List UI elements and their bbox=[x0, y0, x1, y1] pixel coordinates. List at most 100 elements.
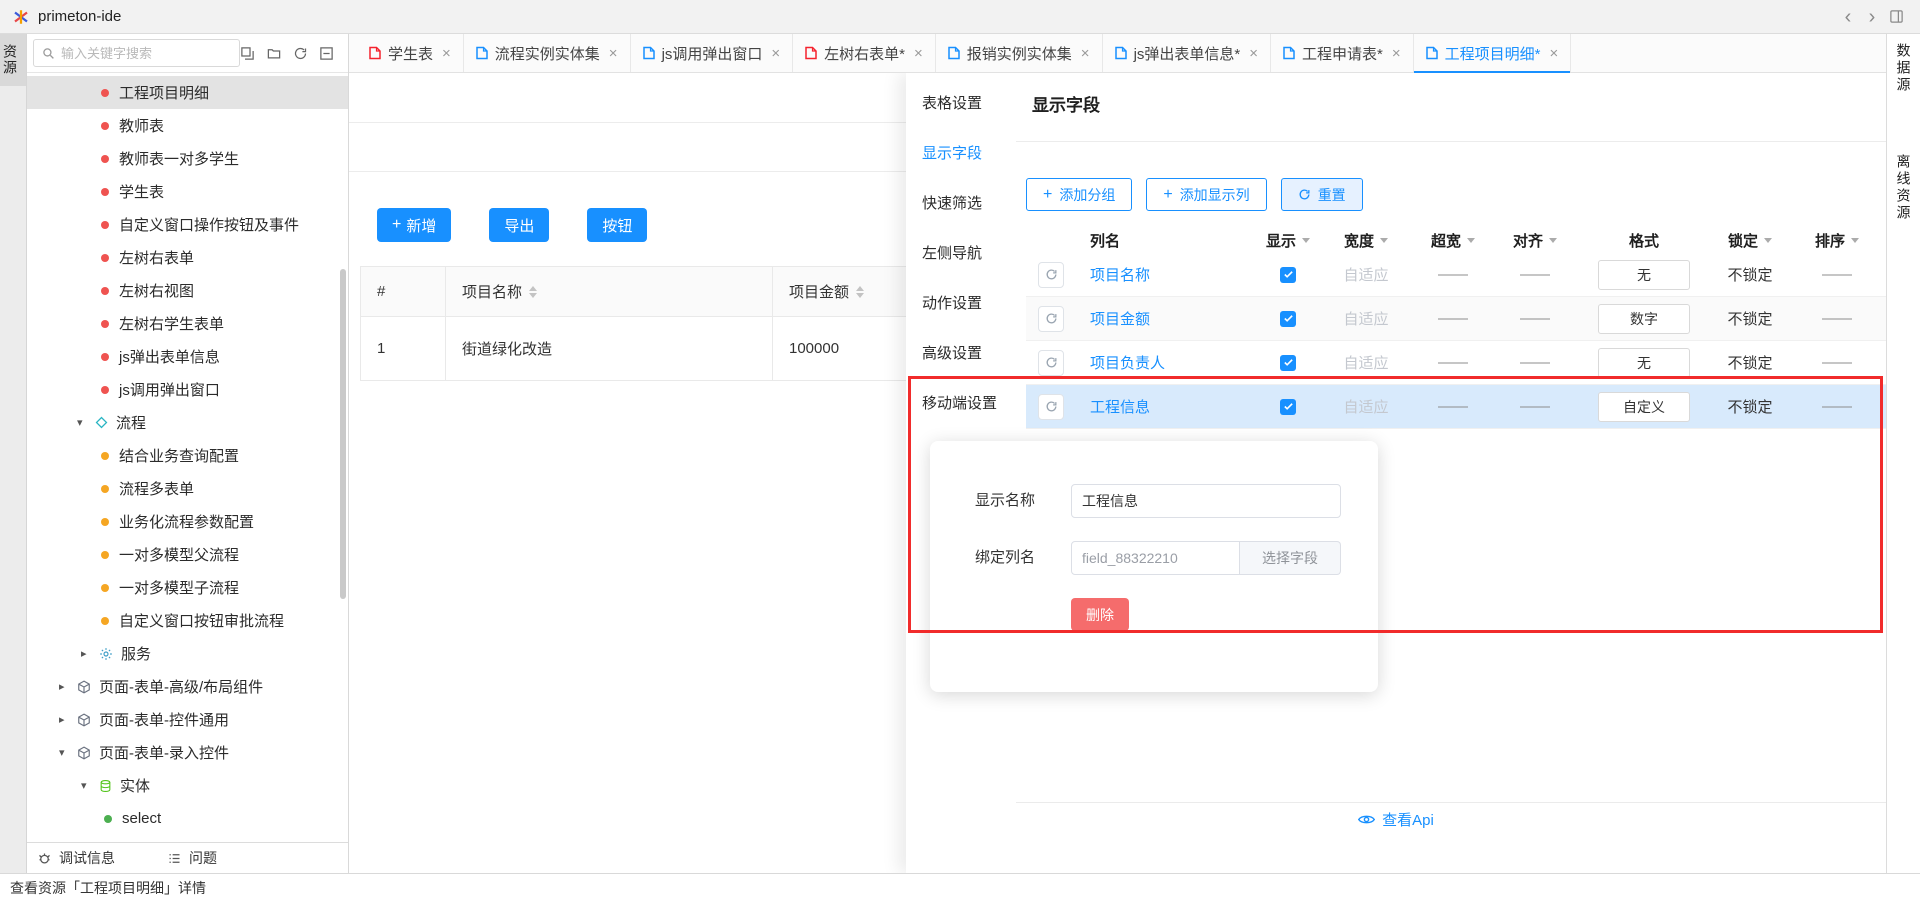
tree-item[interactable]: 工程项目明细 bbox=[27, 76, 348, 109]
tree-item[interactable]: 自定义窗口操作按钮及事件 bbox=[27, 208, 348, 241]
tree-item[interactable]: 一对多模型父流程 bbox=[27, 538, 348, 571]
panel-nav-item[interactable]: 显示字段 bbox=[906, 139, 1016, 169]
close-icon[interactable]: × bbox=[1249, 45, 1258, 62]
tree-item[interactable]: 自定义窗口按钮审批流程 bbox=[27, 604, 348, 637]
problems-tab[interactable]: 问题 bbox=[167, 848, 217, 868]
search-input[interactable] bbox=[61, 46, 231, 61]
tree-item[interactable]: ▸服务 bbox=[27, 637, 348, 670]
sort-icons[interactable] bbox=[529, 286, 537, 298]
align-value[interactable]: —— bbox=[1520, 266, 1550, 283]
add-button[interactable]: +新增 bbox=[377, 208, 451, 242]
caret-down-icon[interactable]: ▾ bbox=[77, 416, 95, 429]
overwide-value[interactable]: —— bbox=[1438, 354, 1468, 371]
tab-4[interactable]: 报销实例实体集× bbox=[936, 34, 1103, 72]
tab-3[interactable]: 左树右表单*× bbox=[793, 34, 936, 72]
reset-button[interactable]: 重置 bbox=[1281, 178, 1363, 211]
panel-nav-item[interactable]: 动作设置 bbox=[906, 289, 1016, 319]
show-checkbox[interactable] bbox=[1280, 267, 1296, 283]
show-checkbox[interactable] bbox=[1280, 399, 1296, 415]
align-value[interactable]: —— bbox=[1520, 310, 1550, 327]
row-refresh-icon[interactable] bbox=[1038, 394, 1064, 420]
grid-row[interactable]: 项目名称自适应————无不锁定—— bbox=[1026, 253, 1886, 297]
panel-nav-item[interactable]: 左侧导航 bbox=[906, 239, 1016, 269]
caret-right-icon[interactable]: ▸ bbox=[59, 680, 77, 693]
close-icon[interactable]: × bbox=[1392, 45, 1401, 62]
grid-row[interactable]: 工程信息自适应————自定义不锁定—— bbox=[1026, 385, 1886, 429]
tree-item[interactable]: 学生表 bbox=[27, 175, 348, 208]
tab-5[interactable]: js弹出表单信息*× bbox=[1103, 34, 1271, 72]
align-value[interactable]: —— bbox=[1520, 354, 1550, 371]
row-refresh-icon[interactable] bbox=[1038, 306, 1064, 332]
sort-icons[interactable] bbox=[856, 286, 864, 298]
grid-header-overwide[interactable]: 超宽 bbox=[1412, 230, 1494, 251]
nav-back-icon[interactable]: ‹ bbox=[1836, 7, 1860, 27]
width-value[interactable]: 自适应 bbox=[1343, 396, 1388, 417]
sort-value[interactable]: —— bbox=[1822, 310, 1852, 327]
copy-pages-icon[interactable] bbox=[240, 46, 255, 61]
tab-6[interactable]: 工程申请表*× bbox=[1271, 34, 1414, 72]
caret-down-icon[interactable]: ▾ bbox=[81, 779, 99, 792]
tree-item[interactable]: 结合业务查询配置 bbox=[27, 439, 348, 472]
tree-item[interactable]: js调用弹出窗口 bbox=[27, 373, 348, 406]
tree-item[interactable]: ▾页面-表单-录入控件 bbox=[27, 736, 348, 769]
format-button[interactable]: 数字 bbox=[1598, 304, 1690, 334]
lock-value[interactable]: 不锁定 bbox=[1727, 308, 1772, 329]
width-value[interactable]: 自适应 bbox=[1343, 352, 1388, 373]
table-header-1[interactable]: 项目名称 bbox=[445, 267, 772, 316]
lock-value[interactable]: 不锁定 bbox=[1727, 264, 1772, 285]
close-icon[interactable]: × bbox=[771, 45, 780, 62]
column-name-link[interactable]: 项目名称 bbox=[1090, 264, 1150, 285]
tree-item[interactable]: js弹出表单信息 bbox=[27, 340, 348, 373]
add-group-button[interactable]: +添加分组 bbox=[1026, 178, 1132, 211]
row-refresh-icon[interactable] bbox=[1038, 350, 1064, 376]
close-icon[interactable]: × bbox=[914, 45, 923, 62]
search-box[interactable] bbox=[33, 39, 240, 67]
tab-7[interactable]: 工程项目明细*× bbox=[1414, 34, 1572, 72]
close-icon[interactable]: × bbox=[442, 45, 451, 62]
export-button[interactable]: 导出 bbox=[489, 208, 549, 242]
view-api-link[interactable]: 查看Api bbox=[906, 809, 1886, 830]
grid-row[interactable]: 项目负责人自适应————无不锁定—— bbox=[1026, 341, 1886, 385]
grid-header-lock[interactable]: 锁定 bbox=[1712, 230, 1788, 251]
rail-tab-offline-resources[interactable]: 离线资源 bbox=[1894, 154, 1914, 222]
debug-info-tab[interactable]: 调试信息 bbox=[37, 848, 115, 868]
close-icon[interactable]: × bbox=[609, 45, 618, 62]
grid-header-align[interactable]: 对齐 bbox=[1494, 230, 1576, 251]
close-icon[interactable]: × bbox=[1549, 45, 1558, 62]
folder-icon[interactable] bbox=[266, 46, 282, 61]
grid-header-width[interactable]: 宽度 bbox=[1320, 230, 1412, 251]
sort-value[interactable]: —— bbox=[1822, 354, 1852, 371]
row-refresh-icon[interactable] bbox=[1038, 262, 1064, 288]
tree-item[interactable]: 流程多表单 bbox=[27, 472, 348, 505]
rail-tab-data-source[interactable]: 数据源 bbox=[1894, 43, 1914, 94]
tree-scrollbar[interactable] bbox=[340, 269, 346, 599]
caret-right-icon[interactable]: ▸ bbox=[59, 713, 77, 726]
tree-item[interactable]: 左树右学生表单 bbox=[27, 307, 348, 340]
format-button[interactable]: 无 bbox=[1598, 260, 1690, 290]
tree-item[interactable]: 左树右表单 bbox=[27, 241, 348, 274]
tab-0[interactable]: 学生表× bbox=[357, 34, 464, 72]
width-value[interactable]: 自适应 bbox=[1343, 308, 1388, 329]
overwide-value[interactable]: —— bbox=[1438, 266, 1468, 283]
refresh-icon[interactable] bbox=[293, 46, 308, 61]
close-icon[interactable]: × bbox=[1081, 45, 1090, 62]
sort-value[interactable]: —— bbox=[1822, 398, 1852, 415]
grid-header-sort[interactable]: 排序 bbox=[1788, 230, 1886, 251]
nav-forward-icon[interactable]: › bbox=[1860, 7, 1884, 27]
column-name-link[interactable]: 项目负责人 bbox=[1090, 352, 1165, 373]
overwide-value[interactable]: —— bbox=[1438, 310, 1468, 327]
format-button[interactable]: 无 bbox=[1598, 348, 1690, 378]
collapse-all-icon[interactable] bbox=[319, 46, 334, 61]
tree-item[interactable]: ▾流程 bbox=[27, 406, 348, 439]
overwide-value[interactable]: —— bbox=[1438, 398, 1468, 415]
tab-1[interactable]: 流程实例实体集× bbox=[464, 34, 631, 72]
grid-row[interactable]: 项目金额自适应————数字不锁定—— bbox=[1026, 297, 1886, 341]
tree-item[interactable]: ▾实体 bbox=[27, 769, 348, 802]
bind-column-input[interactable] bbox=[1071, 541, 1240, 575]
panel-nav-item[interactable]: 表格设置 bbox=[906, 89, 1016, 119]
panel-nav-item[interactable]: 高级设置 bbox=[906, 339, 1016, 369]
grid-header-show[interactable]: 显示 bbox=[1256, 230, 1320, 251]
caret-down-icon[interactable]: ▾ bbox=[59, 746, 77, 759]
width-value[interactable]: 自适应 bbox=[1343, 264, 1388, 285]
show-checkbox[interactable] bbox=[1280, 311, 1296, 327]
